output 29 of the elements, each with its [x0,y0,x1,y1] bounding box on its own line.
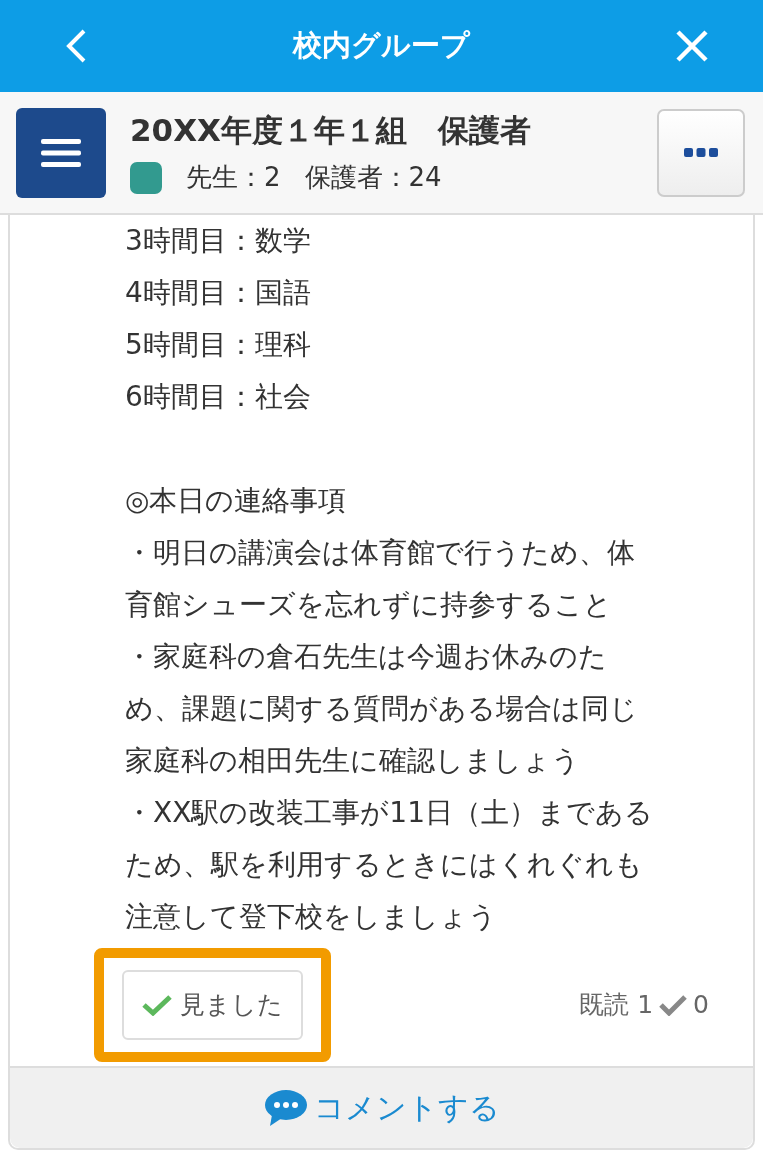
seen-button[interactable]: 見ました [122,969,303,1040]
group-name: 20XX年度１年１組 保護者 [130,111,532,150]
post-text-line: ・家庭科の倉石先生は今週お休みのた [125,639,608,675]
speech-bubble-icon [263,1089,308,1128]
post-text-line: 注意して登下校をしましょう [125,899,498,935]
more-icon [684,147,718,158]
post-text-line: 4時間目：国語 [125,275,312,311]
post-text-line: ため、駅を利用するときにはくれぐれも [125,847,644,883]
header-title: 校内グループ [293,27,470,64]
post-text-line: ・XX駅の改装工事が11日（土）まである [125,795,654,831]
post-text-line: 家庭科の相田先生に確認しましょう [125,743,581,779]
close-icon [675,29,709,63]
menu-icon [41,136,81,169]
teacher-count: 先生：2 [186,161,281,194]
post-text-line: 3時間目：数学 [125,223,312,259]
check-icon [659,993,688,1016]
post-text-line: ・明日の講演会は体育館で行うため、体 [125,535,636,571]
back-icon [64,28,88,64]
post-text-line: 育館シューズを忘れずに持参すること [125,587,613,623]
post-text-line: 6時間目：社会 [125,379,312,415]
post-text-line: ◎本日の連絡事項 [125,483,348,519]
post-text-line: め、課題に関する質問がある場合は同じ [125,691,639,727]
more-button[interactable] [657,108,745,197]
post-text-line: 5時間目：理科 [125,327,312,363]
seen-count: 0 [693,990,709,1020]
guardian-count: 保護者：24 [304,161,442,194]
read-count: 既読 1 [579,989,654,1022]
menu-button[interactable] [16,107,106,198]
check-icon [142,993,172,1016]
